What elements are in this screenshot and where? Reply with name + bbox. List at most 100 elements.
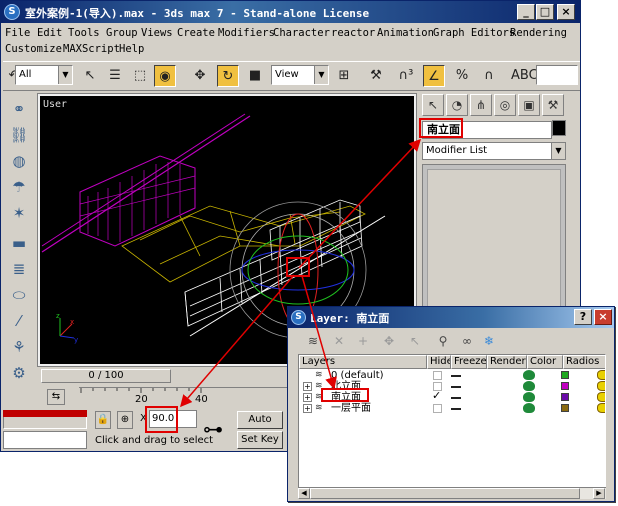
hide-toggle[interactable] [433,371,442,380]
close-button[interactable]: × [557,4,575,20]
track-view-icon[interactable]: ⇆ [47,389,65,405]
scale-icon[interactable]: ■ [244,65,266,87]
menu-views[interactable]: Views [141,27,173,39]
dialog-close-button[interactable]: × [594,309,612,325]
menu-modifiers[interactable]: Modifiers [218,27,275,39]
bind-spacewarp-icon[interactable]: ◍ [7,149,31,173]
link-icon[interactable]: ⚭ [7,97,31,121]
selection-filter-dropdown[interactable]: All ▼ [15,65,73,85]
menu-tools[interactable]: Tools [68,27,100,39]
torus-icon[interactable]: ⚘ [7,335,31,359]
layer-color-swatch[interactable] [561,393,569,401]
lock-icon[interactable]: 🔒 [95,411,111,429]
render-teapot-icon[interactable] [523,403,535,413]
move-icon[interactable]: ✥ [189,65,211,87]
menu-graph-editors[interactable]: Graph Editors [433,27,515,39]
pivot-icon[interactable]: ⊞ [333,65,355,87]
delete-layer-icon[interactable]: ✕ [330,332,348,350]
create-tab-icon[interactable]: ↖ [422,94,444,116]
menu-edit[interactable]: Edit [37,27,62,39]
named-selection-icon[interactable]: ABC [511,65,538,87]
menu-help[interactable]: Help [119,43,144,55]
layer-color-swatch[interactable] [561,371,569,379]
expand-icon[interactable]: + [303,382,312,391]
col-freeze[interactable]: Freeze [451,355,487,369]
percent-snap-icon[interactable]: % [451,65,473,87]
render-teapot-icon[interactable] [523,381,535,391]
horizontal-scrollbar[interactable]: ◀ ▶ [298,487,606,499]
time-slider[interactable]: 0 / 100 [41,369,171,383]
help-button[interactable]: ? [574,309,592,325]
select-by-name-icon[interactable]: ☰ [104,65,126,87]
ref-coord-dropdown[interactable]: View ▼ [271,65,329,85]
select-layer-icon[interactable]: ↖ [406,332,424,350]
current-layer-check-icon[interactable]: ✓ [432,390,441,401]
radiosity-icon[interactable] [597,403,605,413]
hide-toggle[interactable] [433,404,442,413]
scroll-left-icon[interactable]: ◀ [298,488,310,499]
col-radios[interactable]: Radios [563,355,605,369]
scroll-thumb[interactable] [310,488,580,499]
light-icon[interactable]: ☂ [7,175,31,199]
col-color[interactable]: Color [527,355,563,369]
render-teapot-icon[interactable] [523,370,535,380]
freeze-toggle[interactable] [451,386,461,388]
gear-icon[interactable]: ⚙ [7,361,31,385]
new-layer-icon[interactable]: ≋ [304,332,322,350]
layer-row[interactable]: ≋ 0 (default) [299,370,605,381]
menu-group[interactable]: Group [106,27,138,39]
angle-snap-icon[interactable]: ∠ [423,65,445,87]
rect-selection-icon[interactable]: ⬚ [129,65,151,87]
named-selection-field[interactable] [536,65,578,85]
modifier-list-dropdown[interactable]: Modifier List ▼ [422,142,566,160]
expand-icon[interactable]: + [303,404,312,413]
menu-animation[interactable]: Animation [377,27,434,39]
menu-customize[interactable]: Customize [5,43,62,55]
radiosity-icon[interactable] [597,370,605,380]
tube-icon[interactable]: ⁄ [7,309,31,333]
menu-reactor[interactable]: reactor [331,27,375,39]
menu-rendering[interactable]: Rendering [510,27,567,39]
radiosity-icon[interactable] [597,381,605,391]
layer-color-swatch[interactable] [561,404,569,412]
freeze-toggle[interactable] [451,397,461,399]
utilities-tab-icon[interactable]: ⚒ [542,94,564,116]
freeze-all-icon[interactable]: ❄ [480,332,498,350]
material-icon[interactable]: ⬭ [7,283,31,307]
auto-key-button[interactable]: Auto Key [237,411,283,441]
freeze-toggle[interactable] [451,408,461,410]
menu-character[interactable]: Character [273,27,330,39]
hierarchy-tab-icon[interactable]: ⋔ [470,94,492,116]
select-arrow-icon[interactable]: ↖ [79,65,101,87]
maximize-button[interactable]: □ [536,4,554,20]
absolute-mode-icon[interactable]: ⊕ [117,411,133,429]
menu-maxscript[interactable]: MAXScript [63,43,120,55]
helper-icon[interactable]: ✶ [7,201,31,225]
object-color-swatch[interactable] [552,120,566,136]
freeze-toggle[interactable] [451,375,461,377]
add-to-layer-icon[interactable]: + [354,332,372,350]
modify-tab-icon[interactable]: ◔ [446,94,468,116]
hide-all-icon[interactable]: ∞ [458,332,476,350]
menu-file[interactable]: File [5,27,30,39]
col-render[interactable]: Render [487,355,527,369]
snap-3d-icon[interactable]: ∩³ [395,65,417,87]
col-hide[interactable]: Hide [427,355,451,369]
menu-create[interactable]: Create [177,27,215,39]
render-teapot-icon[interactable] [523,392,535,402]
layer-color-swatch[interactable] [561,382,569,390]
layers-icon[interactable]: ≣ [7,257,31,281]
select-in-layer-icon[interactable]: ✥ [380,332,398,350]
layer-row[interactable]: + ≋ 一层平面 [299,403,605,414]
manipulate-icon[interactable]: ⚒ [365,65,387,87]
scroll-right-icon[interactable]: ▶ [593,488,605,499]
spinner-snap-icon[interactable]: ∩ [478,65,500,87]
highlight-layer-icon[interactable]: ⚲ [434,332,452,350]
radiosity-icon[interactable] [597,392,605,402]
unlink-icon[interactable]: ⛓ [7,123,31,147]
display-icon[interactable]: ▬ [7,231,31,255]
motion-tab-icon[interactable]: ◎ [494,94,516,116]
minimize-button[interactable]: _ [517,4,535,20]
maxscript-listener[interactable] [3,431,87,449]
rotate-icon[interactable]: ↻ [217,65,239,87]
